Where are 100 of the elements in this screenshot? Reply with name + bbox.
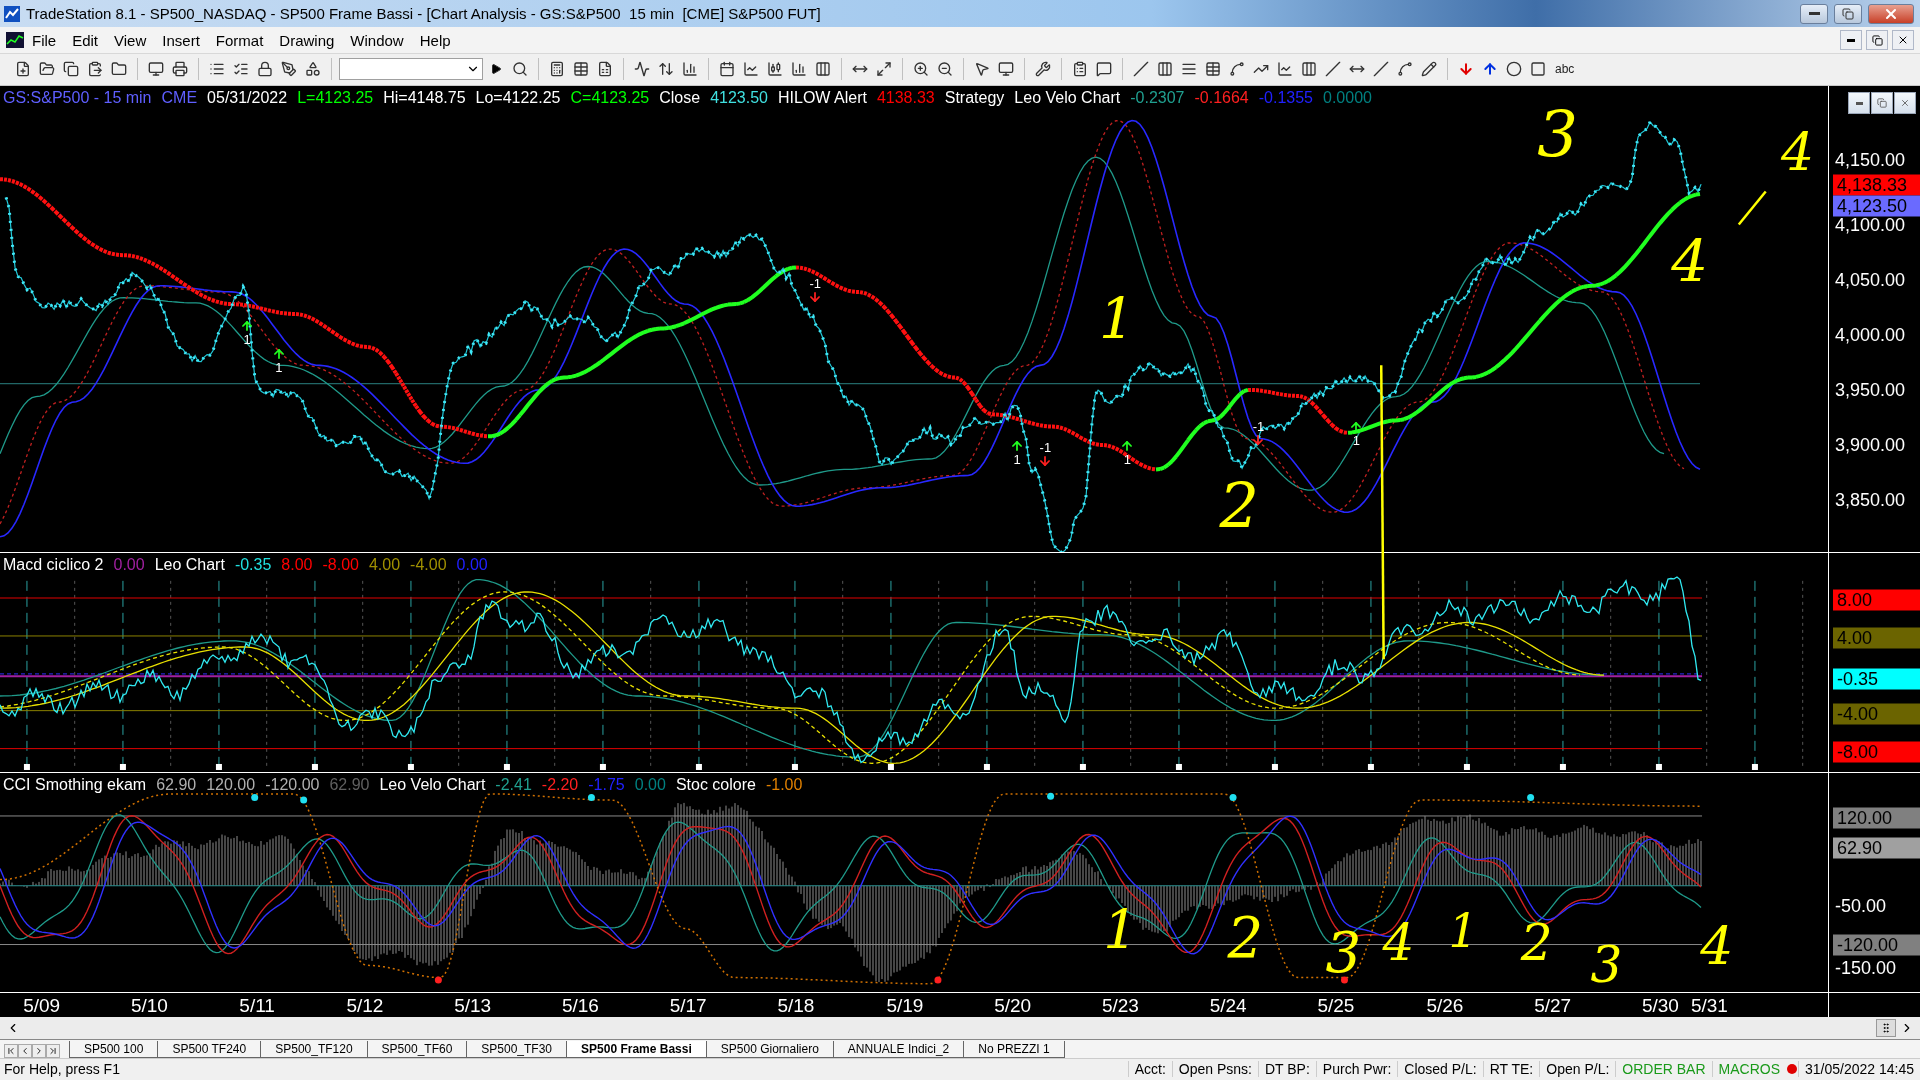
next-tab-button[interactable]: [32, 1043, 46, 1058]
legend-text: 4138.33: [876, 89, 935, 108]
legend-text: 120.00: [206, 776, 256, 795]
axis-label: 3,900.00: [1835, 434, 1906, 456]
minimize-button[interactable]: [1800, 3, 1828, 24]
menu-item[interactable]: View: [106, 29, 155, 51]
legend-text: Macd ciclico 2: [3, 556, 104, 575]
menu-item[interactable]: Drawing: [271, 29, 343, 51]
play-icon: [490, 63, 502, 76]
chart-window-icon: [998, 61, 1014, 78]
calculator-icon: [549, 61, 565, 78]
date-label: 5/27: [1534, 995, 1572, 1018]
handwritten-number: 2: [1227, 910, 1264, 967]
date-label: 5/09: [23, 995, 61, 1018]
axis-label: 3,950.00: [1835, 379, 1906, 401]
menu-item[interactable]: File: [24, 29, 65, 51]
close-button[interactable]: [1894, 92, 1916, 115]
restore-button[interactable]: [1866, 30, 1888, 51]
status-field: Acct:: [1127, 1061, 1172, 1078]
legend-text: 0.00: [456, 556, 488, 575]
first-tab-button[interactable]: [4, 1043, 18, 1058]
angle-line-icon: [1325, 61, 1341, 78]
date-label: 5/11: [239, 995, 275, 1018]
status-field: RT TE:: [1482, 1061, 1540, 1078]
date-label: 5/31: [1690, 995, 1728, 1018]
status-field: DT BP:: [1257, 1061, 1316, 1078]
legend-text: 05/31/2022: [207, 89, 288, 108]
waveform-icon: [634, 61, 650, 78]
handwritten-number: 1: [1448, 908, 1478, 955]
date-label: 5/19: [886, 995, 924, 1018]
minimize-icon: [1847, 38, 1855, 42]
menu-item[interactable]: Window: [342, 29, 412, 51]
status-field: Purch Pwr:: [1315, 1061, 1398, 1078]
lock-icon: [257, 61, 273, 78]
legend-text: L=4123.25: [297, 89, 374, 108]
previous-tab-button[interactable]: [18, 1043, 32, 1058]
pen-stroke: [1737, 190, 1767, 226]
signal-label: 1: [1123, 452, 1131, 466]
date-label: 5/23: [1101, 995, 1139, 1018]
date-label: 5/10: [130, 995, 168, 1018]
minimize-button[interactable]: [1848, 92, 1870, 115]
workspace-tab[interactable]: SP500 Frame Bassi: [566, 1040, 707, 1058]
legend-text: Leo Velo Chart: [379, 776, 486, 795]
date-label: 5/18: [777, 995, 815, 1018]
date-label: 5/25: [1317, 995, 1355, 1018]
axis-label: 4,150.00: [1835, 149, 1906, 171]
legend-text: Leo Velo Chart: [1014, 89, 1121, 108]
axis-label: -50.00: [1835, 895, 1887, 917]
line-chart-icon: [743, 61, 759, 78]
up-arrow-icon: [240, 318, 254, 333]
previous-icon: [20, 1045, 30, 1056]
pencil-icon: [1421, 61, 1437, 78]
minimize-icon: [1855, 101, 1863, 105]
restore-icon: [1842, 7, 1854, 20]
workspace-tab[interactable]: No PREZZI 1: [963, 1040, 1065, 1058]
menu-item[interactable]: Edit: [64, 29, 107, 51]
menu-item[interactable]: Insert: [154, 29, 208, 51]
grip-icon: [1880, 1022, 1892, 1035]
handwritten-number: 2: [1219, 475, 1259, 538]
signal-label: 1: [243, 332, 251, 346]
shapes-icon: [305, 61, 321, 78]
copy-icon: [63, 61, 79, 78]
status-field: Closed P/L:: [1397, 1061, 1483, 1078]
legend-text: -0.2307: [1130, 89, 1185, 108]
legend-text: Lo=4122.25: [475, 89, 561, 108]
value-tag: 8.00: [1833, 589, 1920, 611]
last-tab-button[interactable]: [46, 1043, 60, 1058]
handwritten-number: 4: [1781, 126, 1815, 179]
maximize-button[interactable]: [1834, 3, 1862, 24]
handwritten-number: 3: [1325, 925, 1362, 982]
legend-text: -0.35: [234, 556, 272, 575]
date-label: 5/12: [346, 995, 384, 1018]
restore-button[interactable]: [1871, 92, 1893, 115]
first-icon: [6, 1045, 16, 1056]
menu-item[interactable]: Help: [411, 29, 459, 51]
ellipse-icon: [1506, 61, 1522, 78]
menu-item[interactable]: Format: [207, 29, 272, 51]
handwritten-number: 3: [1537, 103, 1578, 168]
date-label: 5/13: [454, 995, 492, 1018]
legend-text: 0.0000: [1323, 89, 1372, 108]
legend-text: 0.00: [634, 776, 666, 795]
legend-text: -0.1664: [1194, 89, 1249, 108]
last-icon: [48, 1045, 58, 1056]
scroll-thumb[interactable]: [1876, 1019, 1896, 1038]
folder-icon: [111, 61, 127, 78]
minimize-button[interactable]: [1840, 30, 1862, 51]
axis-label: 4,000.00: [1835, 324, 1906, 346]
close-button[interactable]: [1892, 30, 1914, 51]
text-tool-button[interactable]: abc: [1551, 62, 1579, 77]
clipboard-icon: [1072, 61, 1088, 78]
legend-text: Leo Chart: [154, 556, 225, 575]
status-field: Open Psns:: [1171, 1061, 1258, 1078]
signal-label: -1: [809, 277, 821, 291]
help-text: For Help, press F1: [4, 1061, 121, 1078]
legend-text: Strategy: [944, 89, 1005, 108]
legend-text: GS:S&P500 - 15 min: [3, 89, 152, 108]
workspace-tab[interactable]: SP500 100: [69, 1040, 159, 1058]
handwritten-number: 4: [1382, 918, 1415, 969]
legend-text: 4123.50: [710, 89, 768, 108]
legend-text: -0.1355: [1258, 89, 1313, 108]
